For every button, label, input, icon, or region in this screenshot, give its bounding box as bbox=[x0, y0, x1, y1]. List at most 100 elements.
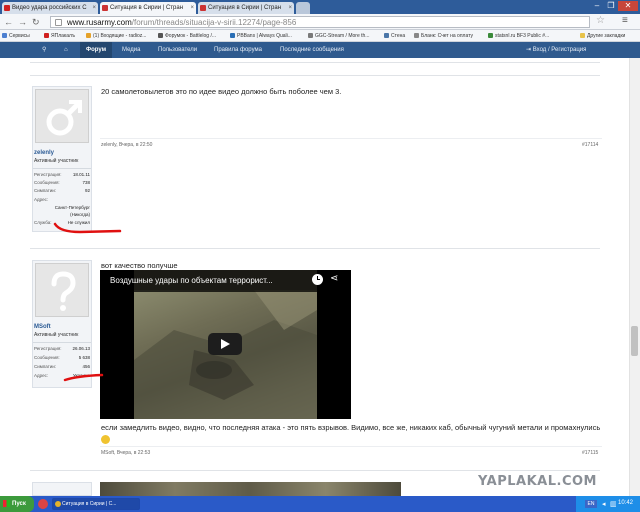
other-bookmarks[interactable]: Другие закладки bbox=[580, 31, 625, 41]
share-icon[interactable]: ⋖ bbox=[330, 273, 338, 284]
red-underline-annotation bbox=[53, 222, 122, 234]
video-title-bar: Воздушные удары по объектам террорист...… bbox=[100, 270, 351, 292]
bookmark-services[interactable]: Сервисы bbox=[2, 31, 30, 41]
field-label: Регистрация: bbox=[34, 346, 62, 351]
bookmark-item[interactable]: statsnl.ru BF3 Public #... bbox=[488, 31, 549, 41]
avatar[interactable] bbox=[35, 263, 89, 317]
reload-icon[interactable]: ↻ bbox=[32, 17, 40, 27]
watch-later-icon[interactable] bbox=[312, 274, 323, 285]
bookmark-label: Форумок - Battlelog /... bbox=[165, 33, 217, 39]
network-icon[interactable]: ▥ bbox=[610, 500, 617, 508]
divider bbox=[30, 62, 600, 63]
url-host: www.rusarmy.com bbox=[67, 18, 132, 27]
close-tab-icon[interactable]: × bbox=[190, 2, 194, 14]
forward-icon[interactable]: → bbox=[18, 17, 27, 27]
browser-tab[interactable]: Видео удара российских С × bbox=[2, 2, 98, 14]
post-permalink[interactable]: #17115 bbox=[582, 450, 598, 456]
close-tab-icon[interactable]: × bbox=[92, 2, 96, 14]
bookmark-item[interactable]: ЯПлакалъ bbox=[44, 31, 75, 41]
bookmarks-bar: Сервисы ЯПлакалъ (1) Входящие - radioz..… bbox=[0, 30, 640, 42]
new-tab-button[interactable] bbox=[296, 2, 310, 14]
location-pin-icon[interactable]: ⚲ bbox=[42, 42, 46, 58]
post-author[interactable]: zelenly bbox=[34, 150, 54, 156]
red-underline-annotation bbox=[63, 373, 104, 382]
page-scrollbar[interactable] bbox=[629, 58, 640, 496]
bookmark-item[interactable]: PBBans | Always Quali... bbox=[230, 31, 292, 41]
post-meta[interactable]: zelenly, Вчера, в 22:50 bbox=[101, 142, 152, 148]
bookmark-star-icon[interactable]: ☆ bbox=[596, 15, 605, 26]
vk-icon bbox=[384, 33, 389, 38]
field-label: Сообщения: bbox=[34, 355, 60, 360]
bookmark-label: Бланк: Счет на оплату bbox=[421, 33, 473, 39]
field-label: Симпатии: bbox=[34, 188, 57, 193]
login-link[interactable]: ⇥ Вход / Регистрация bbox=[526, 42, 586, 58]
smiley-icon bbox=[101, 434, 110, 444]
field-label: Симпатии: bbox=[34, 364, 57, 369]
bookmark-item[interactable]: (1) Входящие - radioz... bbox=[86, 31, 146, 41]
maximize-icon[interactable]: ❐ bbox=[604, 1, 618, 11]
mail-icon bbox=[86, 33, 91, 38]
chrome-menu-icon[interactable]: ≡ bbox=[622, 15, 628, 26]
field-value: Санкт-Петербург (Никогда) bbox=[54, 205, 90, 217]
video-title[interactable]: Воздушные удары по объектам террорист... bbox=[110, 276, 273, 285]
scrollbar-thumb[interactable] bbox=[631, 326, 638, 356]
divider bbox=[33, 168, 91, 169]
post-permalink[interactable]: #17114 bbox=[582, 142, 598, 148]
task-label: Ситуация в Сирии | С... bbox=[62, 501, 117, 507]
clock[interactable]: 10:42 bbox=[618, 500, 633, 506]
minimize-icon[interactable]: – bbox=[590, 1, 604, 11]
avatar[interactable] bbox=[35, 89, 89, 143]
divider bbox=[100, 138, 602, 139]
chrome-icon bbox=[55, 501, 61, 507]
tab-label: Ситуация в Сирии | Стран bbox=[208, 5, 282, 11]
post-meta[interactable]: MSoft, Вчера, в 22:53 bbox=[101, 450, 150, 456]
taskbar-window-button[interactable]: Ситуация в Сирии | С... bbox=[52, 498, 140, 510]
bookmark-item[interactable]: Форумок - Battlelog /... bbox=[158, 31, 216, 41]
user-info-box bbox=[32, 482, 92, 496]
site-watermark: YAPLAKAL.COM bbox=[478, 474, 597, 489]
battlelog-icon bbox=[158, 33, 163, 38]
divider bbox=[30, 75, 600, 76]
language-indicator[interactable]: EN bbox=[585, 500, 597, 508]
bookmark-item[interactable]: GGC-Stream / More th... bbox=[308, 31, 369, 41]
bookmark-item[interactable]: Стена bbox=[384, 31, 405, 41]
home-icon[interactable]: ⌂ bbox=[64, 42, 68, 58]
field-value: 92 bbox=[84, 188, 90, 193]
bookmark-item[interactable]: Бланк: Счет на оплату bbox=[414, 31, 473, 41]
volume-icon[interactable]: ◂ bbox=[602, 500, 606, 508]
nav-forum[interactable]: Форум bbox=[80, 42, 113, 58]
close-tab-icon[interactable]: × bbox=[288, 2, 292, 14]
pbbans-icon bbox=[230, 33, 235, 38]
nav-rules[interactable]: Правила форума bbox=[214, 42, 262, 58]
forum-navbar: ⚲ ⌂ Форум Медиа Пользователи Правила фор… bbox=[0, 42, 640, 58]
unknown-avatar-icon bbox=[51, 271, 76, 311]
browser-tab[interactable]: Ситуация в Сирии | Стран × bbox=[198, 2, 294, 14]
bookmark-label: Стена bbox=[391, 33, 406, 39]
youtube-video-player[interactable]: Воздушные удары по объектам террорист...… bbox=[100, 270, 351, 419]
field-label: Адрес: bbox=[34, 373, 49, 378]
field-label: Служба: bbox=[34, 220, 52, 225]
chrome-quicklaunch-icon[interactable] bbox=[38, 499, 48, 509]
post-message: если замедлить видео, видно, что последн… bbox=[101, 422, 606, 444]
browser-tab-strip: Видео удара российских С × Ситуация в Си… bbox=[0, 0, 640, 14]
post-author[interactable]: MSoft bbox=[34, 324, 51, 330]
browser-tab-active[interactable]: Ситуация в Сирии | Стран × bbox=[100, 2, 196, 14]
field-value: 18.01.11 bbox=[72, 172, 90, 177]
rusarmy-favicon-icon bbox=[102, 5, 108, 11]
start-button[interactable]: Пуск bbox=[0, 496, 34, 512]
field-label: Сообщения: bbox=[34, 180, 60, 185]
play-button-icon[interactable] bbox=[208, 333, 242, 355]
login-label: Вход / Регистрация bbox=[532, 47, 587, 53]
male-avatar-icon bbox=[46, 100, 82, 136]
divider bbox=[100, 446, 602, 447]
divider bbox=[30, 470, 600, 471]
page-icon bbox=[55, 19, 62, 26]
nav-members[interactable]: Пользователи bbox=[158, 42, 197, 58]
nav-media[interactable]: Медиа bbox=[122, 42, 140, 58]
nav-recent-posts[interactable]: Последние сообщения bbox=[280, 42, 344, 58]
url-input[interactable]: www.rusarmy.com/forum/threads/situacija-… bbox=[50, 16, 590, 28]
close-window-icon[interactable]: ✕ bbox=[618, 1, 638, 11]
tab-label: Ситуация в Сирии | Стран bbox=[110, 5, 184, 11]
back-icon[interactable]: ← bbox=[4, 17, 13, 27]
stats-icon bbox=[488, 33, 493, 38]
